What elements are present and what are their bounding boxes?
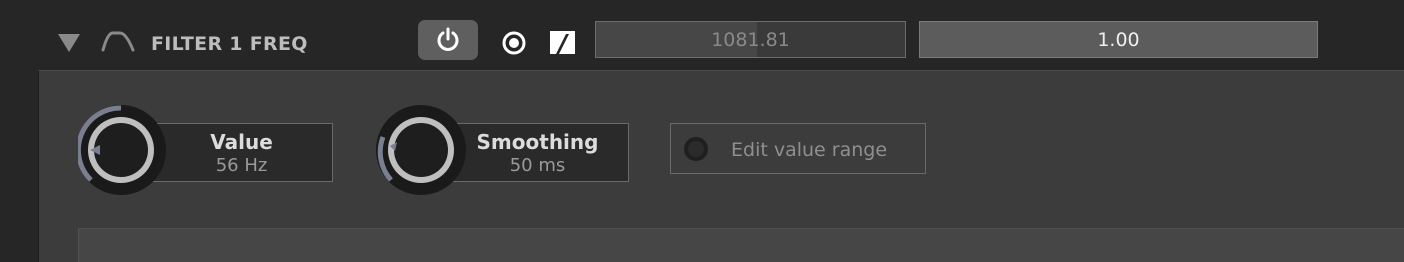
value-param-name: Value [210, 130, 273, 154]
value-field-text: 1081.81 [711, 28, 790, 51]
device-title: FILTER 1 FREQ [151, 33, 308, 55]
value-knob[interactable] [75, 105, 176, 199]
value-param-box[interactable]: Value 56 Hz [150, 123, 333, 182]
sub-panel [78, 228, 1404, 262]
radio-indicator [684, 137, 708, 161]
power-icon [437, 27, 459, 51]
smoothing-knob[interactable] [375, 105, 473, 199]
power-button[interactable] [418, 20, 478, 60]
left-gutter [0, 0, 38, 262]
record-icon[interactable] [502, 31, 526, 59]
triangle-down-icon[interactable] [58, 33, 80, 57]
smoothing-param-value: 50 ms [509, 155, 566, 176]
modulation-icon[interactable] [550, 31, 575, 58]
smoothing-param-box[interactable]: Smoothing 50 ms [446, 123, 629, 182]
smoothing-param-name: Smoothing [476, 130, 599, 154]
value-field[interactable]: 1081.81 [595, 21, 906, 58]
edit-value-range-label: Edit value range [731, 139, 888, 161]
amount-field-text: 1.00 [1097, 28, 1140, 51]
value-param-value: 56 Hz [215, 155, 268, 176]
amount-field[interactable]: 1.00 [919, 21, 1318, 58]
bandpass-filter-icon [100, 28, 136, 58]
edit-value-range-toggle[interactable]: Edit value range [670, 123, 926, 174]
